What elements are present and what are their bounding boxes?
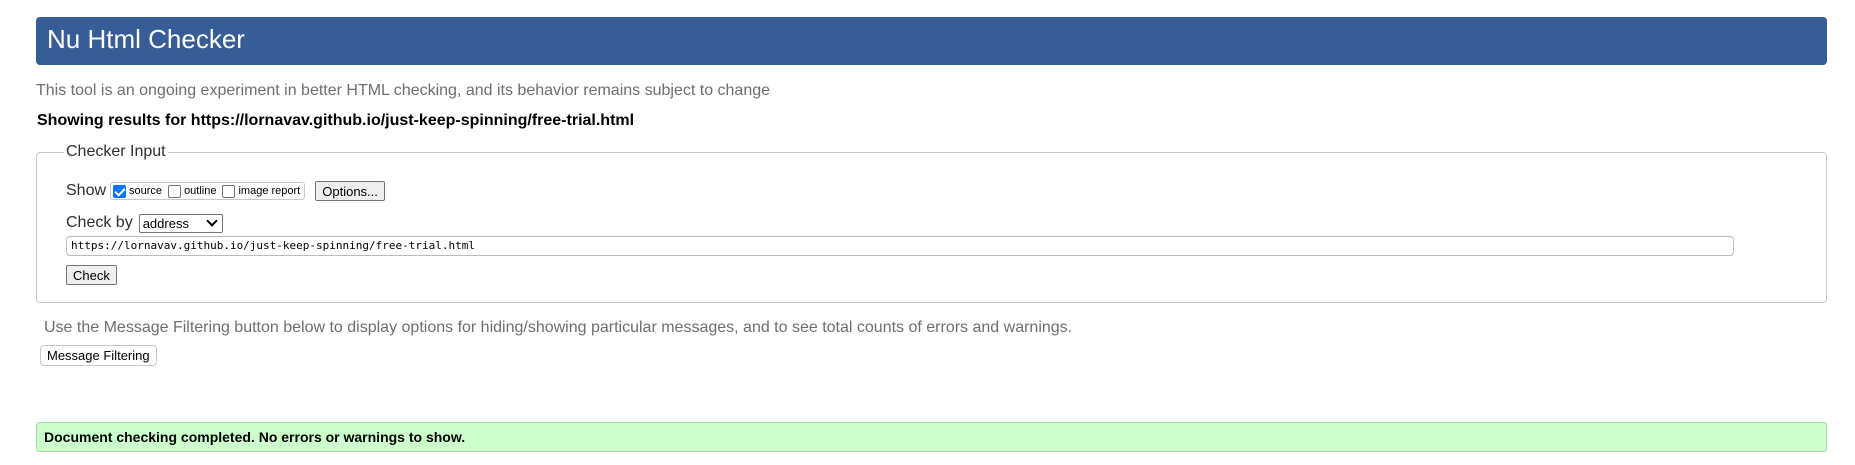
page-header: Nu Html Checker [36,17,1827,65]
showing-results-heading: Showing results for https://lornavav.git… [37,112,635,129]
tool-description: This tool is an ongoing experiment in be… [36,82,771,99]
checker-input-legend: Checker Input [64,143,168,161]
check-by-selected-value: address [142,215,189,231]
show-image-report-option[interactable]: image report [222,184,301,198]
check-by-select[interactable]: address [138,213,223,233]
check-button[interactable]: Check [66,265,117,285]
chevron-down-icon [206,215,218,227]
outline-checkbox-label: outline [184,185,217,197]
source-checkbox-label: source [129,185,163,197]
image-report-checkbox[interactable] [222,184,236,198]
check-by-label: Check by [66,214,133,231]
message-filtering-button[interactable]: Message Filtering [40,345,157,366]
outline-checkbox[interactable] [168,184,182,198]
result-success-message: Document checking completed. No errors o… [36,422,1827,452]
show-options-group: source outline image report [110,182,306,200]
show-source-option[interactable]: source [113,184,163,198]
image-report-checkbox-label: image report [238,185,301,197]
checker-input-fieldset: Checker Input Show source outline image … [36,143,1827,303]
message-filtering-info: Use the Message Filtering button below t… [44,319,1073,336]
show-outline-option[interactable]: outline [168,184,217,198]
check-by-row: Check by address [66,213,223,233]
source-checkbox[interactable] [113,184,127,198]
show-options-row: Show source outline image report Options… [66,180,385,202]
url-input[interactable]: https://lornavav.github.io/just-keep-spi… [66,236,1734,256]
page-title: Nu Html Checker [47,24,245,54]
options-button[interactable]: Options... [315,181,385,201]
show-label: Show [66,182,107,199]
